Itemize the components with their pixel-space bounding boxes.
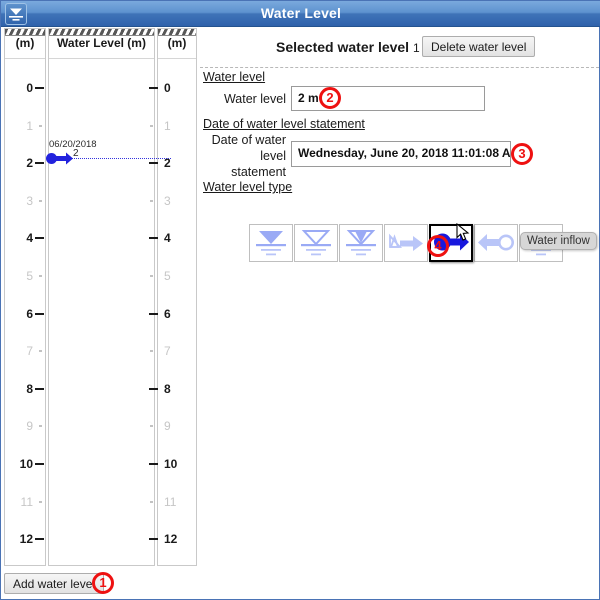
right-axis-tick-mark — [149, 237, 158, 240]
right-axis-tick-label: 6 — [164, 306, 171, 321]
left-axis-tick-label: 4 — [26, 231, 33, 246]
left-axis-tick-mark — [39, 350, 42, 353]
left-axis-tick-mark — [35, 538, 44, 541]
form-separator — [200, 67, 599, 68]
right-axis-tick-mark — [149, 538, 158, 541]
left-axis-tick-mark — [35, 87, 44, 89]
right-axis-tick-label: 9 — [164, 419, 171, 434]
water-level-type-water-flow-hollow-icon[interactable] — [384, 224, 428, 262]
left-axis-tick-mark — [35, 237, 44, 240]
date-input[interactable]: Wednesday, June 20, 2018 11:01:08 AM — [291, 141, 511, 167]
column-hatch-header — [49, 29, 154, 36]
left-axis-tick-label: 7 — [26, 344, 33, 359]
annotation-badge-2: 2 — [319, 87, 341, 109]
left-axis-unit-header: (m) — [15, 36, 35, 50]
date-field-label-line2: level — [260, 149, 286, 163]
mouse-cursor-icon — [456, 223, 470, 241]
right-axis-tick-mark — [150, 275, 153, 277]
water-level-type-water-level-hollow-icon[interactable] — [294, 224, 338, 262]
chart-column-header: Water Level (m) — [57, 36, 146, 50]
right-axis-tick-label: 8 — [164, 381, 171, 396]
left-axis-tick-mark — [39, 500, 42, 503]
window-title: Water Level — [260, 5, 342, 21]
left-axis-tick-mark — [39, 199, 42, 202]
left-axis-tick-label: 6 — [26, 306, 33, 321]
left-axis-tick-label: 10 — [19, 457, 33, 471]
title-bar: Water Level — [1, 1, 600, 27]
right-axis-tick-mark — [149, 463, 158, 465]
selected-water-level-title: Selected water level 1 — [276, 39, 420, 55]
right-axis-tick-mark — [150, 425, 153, 428]
selected-water-level-label: Selected water level — [276, 39, 410, 55]
right-axis-tick-label: 10 — [164, 457, 178, 471]
left-axis-tick-mark — [35, 387, 44, 390]
add-water-level-button[interactable]: Add water level — [4, 573, 105, 594]
chart-plot-column[interactable]: Water Level (m) — [48, 28, 155, 566]
right-axis-tick-mark — [150, 350, 153, 353]
left-axis-tick-mark — [39, 124, 42, 127]
right-axis-tick-mark — [150, 124, 153, 127]
left-axis-tick-label: 5 — [26, 269, 33, 283]
date-field-label-line1: Date of water — [211, 133, 286, 147]
chart-right-axis-column: (m) — [157, 28, 197, 566]
water-level-chart: (m) Water Level (m) (m) 0011223344556677… — [1, 28, 197, 568]
right-axis-tick-mark — [149, 312, 158, 315]
delete-water-level-button[interactable]: Delete water level — [422, 36, 536, 57]
left-axis-tick-mark — [39, 275, 42, 277]
water-inflow-arrow-icon — [56, 152, 73, 165]
left-axis-tick-label: 11 — [20, 494, 33, 509]
left-axis-tick-label: 8 — [26, 381, 33, 396]
left-axis-tick-label: 1 — [26, 118, 33, 133]
right-axis-tick-mark — [149, 387, 158, 390]
left-axis-tick-label: 3 — [26, 193, 33, 208]
water-level-type-water-outflow-icon[interactable] — [474, 224, 518, 262]
chart-left-axis-column: (m) — [4, 28, 46, 566]
right-axis-tick-label: 5 — [164, 269, 171, 283]
left-axis-tick-mark — [35, 312, 44, 315]
left-axis-tick-mark — [35, 162, 44, 165]
right-axis-tick-label: 12 — [164, 532, 178, 547]
right-axis-tick-label: 11 — [164, 494, 177, 509]
water-inflow-tooltip: Water inflow — [520, 232, 597, 250]
left-axis-tick-label: 0 — [26, 81, 33, 95]
group-label-date-statement: Date of water level statement — [203, 117, 365, 131]
left-axis-tick-label: 9 — [26, 419, 33, 434]
date-field-label-line3: statement — [231, 165, 286, 179]
selected-water-level-index: 1 — [412, 41, 420, 55]
water-level-type-water-level-half-filled-icon[interactable] — [339, 224, 383, 262]
group-label-water-level-type: Water level type — [203, 180, 293, 194]
left-axis-tick-mark — [39, 425, 42, 428]
right-axis-tick-label: 0 — [164, 81, 171, 95]
right-axis-tick-mark — [149, 87, 158, 89]
water-level-field-label: Water level — [223, 92, 286, 106]
left-axis-tick-label: 2 — [26, 156, 33, 171]
water-level-form: Selected water level 1 Delete water leve… — [198, 28, 600, 573]
annotation-badge-4: 4 — [427, 235, 449, 257]
right-axis-tick-label: 4 — [164, 231, 171, 246]
water-level-window: Water Level (m) Water Level (m) (m) 0011… — [0, 0, 600, 600]
water-level-point-value: 2 — [73, 148, 79, 159]
right-axis-tick-label: 7 — [164, 344, 171, 359]
left-axis-tick-mark — [35, 463, 44, 465]
column-hatch-header — [158, 29, 196, 36]
group-label-water-level: Water level — [203, 70, 266, 84]
left-axis-tick-label: 12 — [19, 532, 33, 547]
annotation-badge-3: 3 — [511, 143, 533, 165]
right-axis-tick-mark — [149, 162, 158, 165]
right-axis-tick-label: 3 — [164, 193, 171, 208]
column-hatch-header — [5, 29, 45, 36]
right-axis-unit-header: (m) — [167, 36, 187, 50]
right-axis-tick-mark — [150, 500, 153, 503]
annotation-badge-1: 1 — [92, 572, 114, 594]
right-axis-tick-mark — [150, 199, 153, 202]
right-axis-tick-label: 1 — [164, 118, 171, 133]
water-level-type-free-water-level-filled-icon[interactable] — [249, 224, 293, 262]
